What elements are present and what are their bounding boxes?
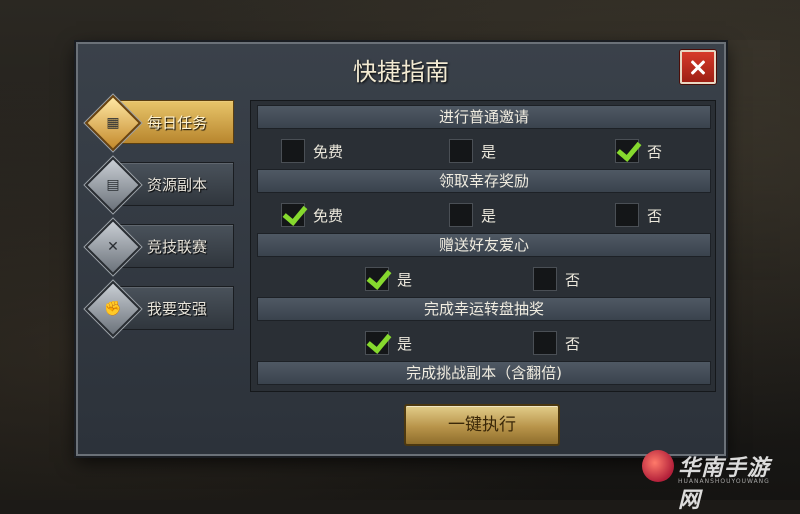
sidebar-item-label: 资源副本: [147, 176, 208, 194]
section-header-survival-reward: 领取幸存奖励: [257, 169, 711, 193]
watermark: 华南手游网 HUANANSHOUYOUWANG: [642, 448, 792, 513]
checkbox-checked[interactable]: [365, 267, 389, 291]
scroll-icon: ▤: [84, 156, 142, 214]
option-label: 免费: [313, 207, 344, 225]
sidebar-item-label: 我要变强: [147, 300, 208, 318]
checkbox-checked[interactable]: [365, 331, 389, 355]
option-label: 否: [647, 143, 663, 161]
checkbox-checked[interactable]: [281, 203, 305, 227]
checkbox[interactable]: [281, 139, 305, 163]
sidebar-item-resource-dungeon[interactable]: ▤ 资源副本: [84, 156, 234, 214]
checkbox[interactable]: [449, 203, 473, 227]
sidebar-item-arena-league[interactable]: ✕ 竞技联赛: [84, 218, 234, 276]
option-label: 是: [481, 143, 497, 161]
checkbox[interactable]: [533, 267, 557, 291]
option-label: 否: [565, 335, 581, 353]
checkbox-checked[interactable]: [615, 139, 639, 163]
option-label: 是: [397, 271, 413, 289]
close-button[interactable]: [680, 50, 716, 84]
muscle-arm-icon: ✊: [84, 280, 142, 338]
calendar-icon: ▦: [84, 94, 142, 152]
checkbox[interactable]: [615, 203, 639, 227]
option-label: 免费: [313, 143, 344, 161]
checkbox[interactable]: [533, 331, 557, 355]
section-header-normal-invite: 进行普通邀请: [257, 105, 711, 129]
option-label: 是: [397, 335, 413, 353]
watermark-subtext: HUANANSHOUYOUWANG: [678, 478, 770, 485]
section-header-lucky-wheel: 完成幸运转盘抽奖: [257, 297, 711, 321]
dialog-title: 快捷指南: [353, 58, 449, 86]
guide-options-panel: 进行普通邀请 免费 是 否 领取幸存奖励 免费 是 否 赠送好友爱心 是 否 完…: [250, 100, 716, 392]
watermark-logo-icon: [642, 450, 674, 482]
option-label: 否: [565, 271, 581, 289]
crossed-swords-icon: ✕: [84, 218, 142, 276]
option-label: 否: [647, 207, 663, 225]
option-label: 是: [481, 207, 497, 225]
sidebar-item-label: 每日任务: [147, 114, 208, 132]
checkbox[interactable]: [449, 139, 473, 163]
sidebar-item-daily-tasks[interactable]: ▦ 每日任务: [84, 94, 234, 152]
section-header-gift-hearts: 赠送好友爱心: [257, 233, 711, 257]
sidebar-item-label: 竞技联赛: [147, 238, 208, 256]
sidebar-item-get-stronger[interactable]: ✊ 我要变强: [84, 280, 234, 338]
quick-guide-dialog: 快捷指南 ▦ 每日任务 ▤ 资源副本 ✕ 竞技联赛 ✊ 我要变强 进行普通邀请 …: [76, 42, 726, 456]
section-header-challenge-dungeon: 完成挑战副本（含翻倍): [257, 361, 711, 385]
sidebar: ▦ 每日任务 ▤ 资源副本 ✕ 竞技联赛 ✊ 我要变强: [84, 94, 236, 348]
one-click-execute-button[interactable]: 一键执行: [404, 404, 560, 446]
